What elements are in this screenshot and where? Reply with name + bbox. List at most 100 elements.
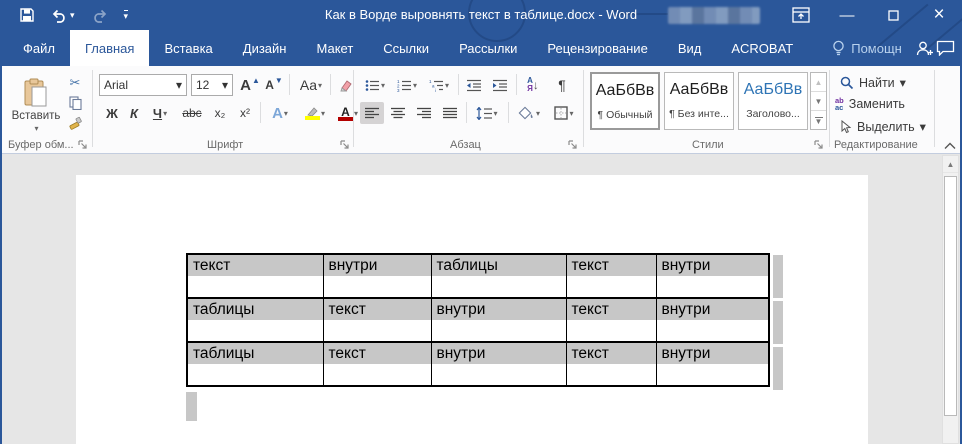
decrease-indent-button[interactable] [462, 73, 486, 97]
table-cell[interactable]: текст [566, 342, 656, 386]
shading-button[interactable]: ▾ [512, 102, 546, 124]
subscript-button[interactable]: x₂ [208, 102, 232, 124]
strikethrough-button[interactable]: abc [178, 102, 206, 124]
numbering-button[interactable]: 123 ▾ [392, 73, 422, 97]
ribbon-display-options-button[interactable] [778, 0, 824, 30]
table-cell[interactable]: текст [323, 342, 431, 386]
table-cell[interactable]: внутри [323, 254, 431, 298]
small-separator [516, 74, 517, 95]
selected-text: текст [567, 343, 656, 364]
close-icon: × [933, 4, 944, 26]
tab-file[interactable]: Файл [8, 30, 70, 66]
ribbon-home: Вставить ▾ ✂ Буфер обм... Arial ▾ 12 ▾ A… [2, 66, 960, 154]
tab-view[interactable]: Вид [663, 30, 717, 66]
styles-scroll-up[interactable]: ▲ [811, 73, 826, 92]
selected-text: внутри [657, 299, 769, 320]
clipboard-dialog-launcher[interactable] [78, 140, 88, 150]
align-right-button[interactable] [412, 102, 436, 124]
table-cell[interactable]: внутри [431, 342, 566, 386]
pilcrow-icon: ¶ [558, 77, 566, 93]
table-cell[interactable]: таблицы [431, 254, 566, 298]
document-table[interactable]: текст внутри таблицы текст внутри таблиц… [186, 253, 770, 387]
vertical-scrollbar[interactable]: ▲ [942, 155, 959, 444]
multilevel-list-button[interactable]: 1ai ▾ [424, 73, 454, 97]
tab-review[interactable]: Рецензирование [532, 30, 662, 66]
tab-mailings[interactable]: Рассылки [444, 30, 532, 66]
find-button[interactable]: Найти ▾ [840, 75, 906, 90]
styles-scroll-down[interactable]: ▼ [811, 92, 826, 111]
tab-insert[interactable]: Вставка [149, 30, 227, 66]
line-spacing-button[interactable]: ▾ [470, 102, 504, 124]
document-area[interactable]: текст внутри таблицы текст внутри таблиц… [2, 155, 960, 444]
increase-indent-button[interactable] [488, 73, 512, 97]
replace-button[interactable]: abac Заменить [835, 97, 905, 111]
align-center-button[interactable] [386, 102, 410, 124]
tab-acrobat[interactable]: ACROBAT [716, 30, 808, 66]
scrollbar-thumb[interactable] [944, 176, 957, 416]
italic-button[interactable]: К [124, 102, 144, 124]
paragraph-dialog-launcher[interactable] [568, 140, 578, 150]
borders-button[interactable]: ▾ [548, 102, 580, 124]
tab-home[interactable]: Главная [70, 30, 149, 66]
tell-me-assistant[interactable]: Помощн [820, 30, 914, 66]
table-cell[interactable]: внутри [431, 298, 566, 342]
svg-text:i: i [435, 88, 436, 92]
sort-button[interactable]: АЯ ↓ [520, 73, 546, 97]
text-effects-button[interactable]: А ▾ [265, 102, 295, 124]
tab-label: Файл [23, 41, 55, 56]
font-size-combo[interactable]: 12 ▾ [191, 74, 233, 96]
comments-button[interactable] [935, 30, 956, 66]
collapse-ribbon-button[interactable] [944, 142, 956, 150]
styles-dialog-launcher[interactable] [814, 140, 824, 150]
paste-button[interactable]: Вставить ▾ [10, 72, 62, 138]
small-separator [508, 102, 509, 123]
table-cell[interactable]: текст [566, 298, 656, 342]
share-button[interactable] [914, 30, 935, 66]
close-button[interactable]: × [916, 0, 962, 30]
cut-button[interactable]: ✂ [64, 74, 86, 92]
font-family-combo[interactable]: Arial ▾ [99, 74, 187, 96]
show-paragraph-marks-button[interactable]: ¶ [550, 73, 574, 97]
maximize-button[interactable] [870, 0, 916, 30]
tab-layout[interactable]: Макет [301, 30, 368, 66]
table-cell[interactable]: внутри [656, 254, 769, 298]
shading-bucket-icon [518, 106, 535, 121]
styles-gallery-more[interactable]: ▼ [811, 111, 826, 129]
minimize-button[interactable]: — [824, 0, 870, 30]
font-dialog-launcher[interactable] [340, 140, 350, 150]
document-page[interactable]: текст внутри таблицы текст внутри таблиц… [76, 175, 868, 444]
highlight-color-button[interactable]: ▾ [299, 102, 331, 124]
table-cell[interactable]: текст [187, 254, 323, 298]
style-normal[interactable]: АаБбВв ¶ Обычный [590, 72, 660, 130]
grow-arrow: ▲ [252, 76, 260, 85]
scroll-up-button[interactable]: ▲ [943, 156, 958, 173]
font-color-button[interactable]: А ▾ [333, 102, 363, 124]
sort-icon: АЯ ↓ [527, 77, 539, 93]
copy-button[interactable] [64, 94, 86, 112]
align-left-button[interactable] [360, 102, 384, 124]
grow-font-button[interactable]: A▲ [238, 73, 262, 97]
shrink-font-button[interactable]: A▼ [263, 73, 285, 97]
multilevel-caret: ▾ [445, 81, 449, 90]
bullets-button[interactable]: ▾ [360, 73, 390, 97]
table-cell[interactable]: таблицы [187, 298, 323, 342]
selected-paragraph-mark [186, 392, 197, 421]
table-cell[interactable]: внутри [656, 298, 769, 342]
justify-button[interactable] [438, 102, 462, 124]
format-painter-button[interactable] [64, 114, 86, 132]
underline-button[interactable]: Ч▾ [146, 102, 174, 124]
table-cell[interactable]: текст [323, 298, 431, 342]
superscript-button[interactable]: x² [233, 102, 257, 124]
table-cell[interactable]: внутри [656, 342, 769, 386]
select-button[interactable]: Выделить ▾ [840, 119, 926, 134]
table-cell[interactable]: текст [566, 254, 656, 298]
bold-button[interactable]: Ж [102, 102, 122, 124]
style-heading1[interactable]: АаБбВв Заголово... [738, 72, 808, 130]
tab-references[interactable]: Ссылки [368, 30, 444, 66]
table-cell[interactable]: таблицы [187, 342, 323, 386]
lightbulb-icon [832, 40, 845, 56]
highlight-caret: ▾ [321, 109, 325, 118]
change-case-button[interactable]: Aa ▾ [294, 73, 328, 97]
style-no-spacing[interactable]: АаБбВв ¶ Без инте... [664, 72, 734, 130]
tab-design[interactable]: Дизайн [228, 30, 302, 66]
